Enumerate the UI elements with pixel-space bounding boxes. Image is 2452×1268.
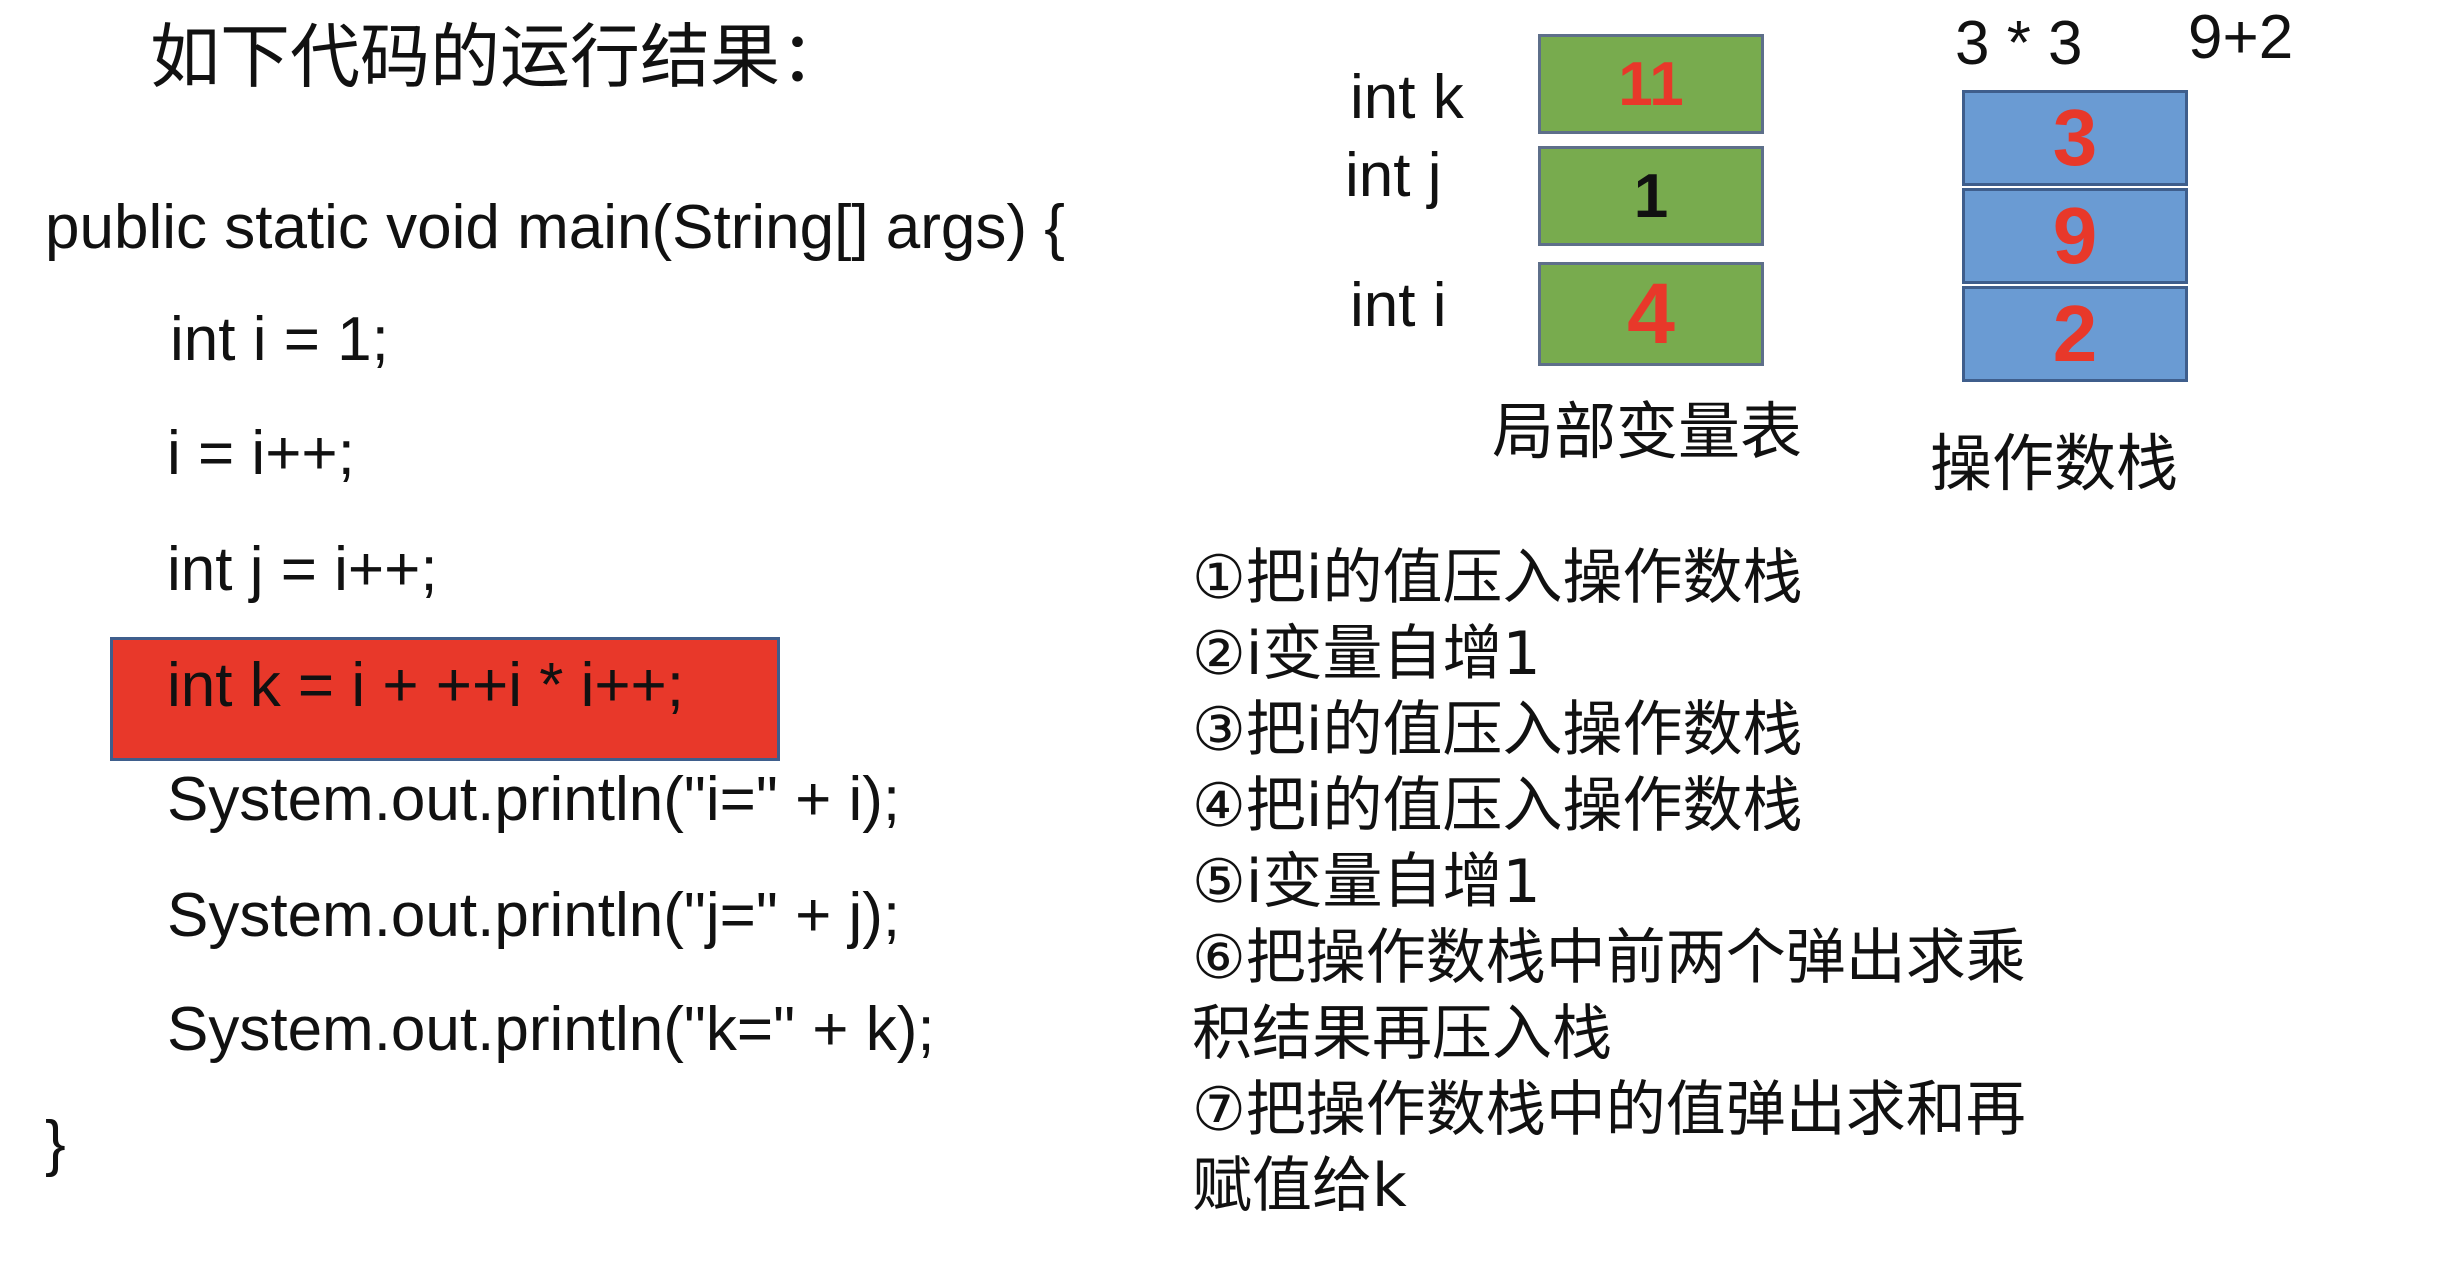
code-line-int-k: int k = i + ++i * i++; xyxy=(167,651,684,720)
code-line-int-i: int i = 1; xyxy=(170,305,389,374)
local-var-label-k: int k xyxy=(1350,63,1464,132)
code-line-closing-brace: } xyxy=(45,1109,66,1178)
step-item-continued: 赋值给k xyxy=(1192,1151,1407,1221)
local-var-label-j: int j xyxy=(1345,141,1442,210)
step-item: ④把i的值压入操作数栈 xyxy=(1192,771,1803,841)
code-line-print-j: System.out.println("j=" + j); xyxy=(167,881,901,950)
step-item: ③把i的值压入操作数栈 xyxy=(1192,695,1803,765)
stack-cell-middle: 9 xyxy=(1962,188,2188,284)
step-item: ①把i的值压入操作数栈 xyxy=(1192,543,1803,613)
code-line-print-i: System.out.println("i=" + i); xyxy=(167,765,901,834)
code-line-main-signature: public static void main(String[] args) { xyxy=(45,193,1065,262)
step-item: ⑤i变量自增1 xyxy=(1192,847,1541,917)
local-var-cell-i: 4 xyxy=(1538,262,1764,366)
code-line-print-k: System.out.println("k=" + k); xyxy=(167,995,935,1064)
stack-cell-bottom: 2 xyxy=(1962,286,2188,382)
step-item: ②i变量自增1 xyxy=(1192,619,1541,689)
step-item: ⑥把操作数栈中前两个弹出求乘 xyxy=(1192,923,2026,993)
page-title: 如下代码的运行结果： xyxy=(150,16,850,98)
code-line-int-j: int j = i++; xyxy=(167,535,438,604)
code-line-i-assign: i = i++; xyxy=(167,419,355,488)
step-item-continued: 积结果再压入栈 xyxy=(1192,999,1612,1069)
stack-cell-top: 3 xyxy=(1962,90,2188,186)
local-var-label-i: int i xyxy=(1350,271,1447,340)
stack-note-add: 9+2 xyxy=(2188,3,2294,72)
stack-note-multiply: 3 * 3 xyxy=(1955,9,2083,78)
operand-stack-caption: 操作数栈 xyxy=(1930,427,2179,500)
step-item: ⑦把操作数栈中的值弹出求和再 xyxy=(1192,1075,2026,1145)
local-var-cell-j: 1 xyxy=(1538,146,1764,246)
local-variable-table-caption: 局部变量表 xyxy=(1492,395,1803,468)
local-var-cell-k: 11 xyxy=(1538,34,1764,134)
